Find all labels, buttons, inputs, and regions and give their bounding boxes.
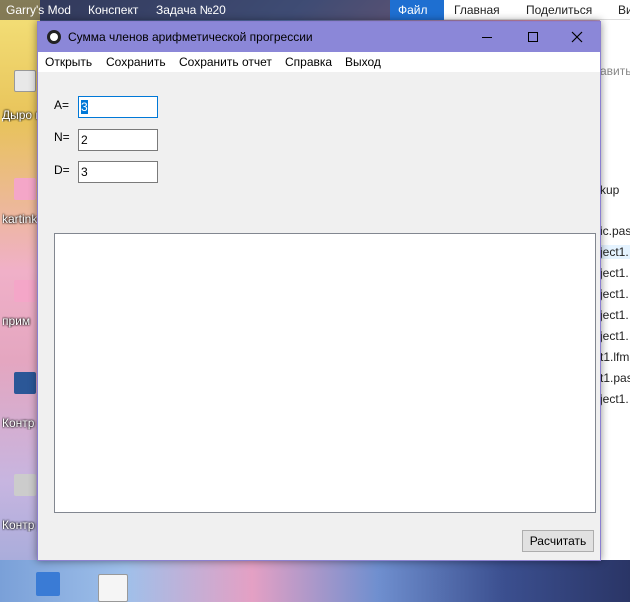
explorer-file-row[interactable]: kup (600, 183, 630, 197)
app-icon (47, 30, 61, 44)
desktop-icon-label[interactable]: Контр работ (2, 416, 40, 430)
desktop-wallpaper-bottom (0, 560, 630, 602)
menu-help[interactable]: Справка (285, 55, 332, 69)
document-icon[interactable] (14, 474, 36, 496)
menu-bar: Открыть Сохранить Сохранить отчет Справк… (38, 52, 600, 72)
explorer-file-row[interactable]: t1.lfm (600, 350, 630, 364)
calculate-button[interactable]: Расчитать (522, 530, 594, 552)
a-input[interactable]: 3 (78, 96, 158, 118)
d-input-value: 3 (81, 165, 88, 179)
maximize-icon (528, 32, 538, 42)
close-button[interactable] (554, 22, 600, 52)
result-memo[interactable] (54, 233, 596, 513)
maximize-button[interactable] (510, 22, 556, 52)
explorer-paste-label: авить (600, 64, 630, 78)
ribbon-tab-home[interactable]: Главная (446, 0, 508, 20)
taskbar-item-zadacha[interactable]: Задача №20 (156, 3, 226, 17)
field-label-n: N= (54, 130, 70, 144)
desktop-icon-label[interactable]: Контр работ (2, 518, 40, 532)
explorer-file-row[interactable]: ject1. (600, 245, 630, 259)
computer-icon[interactable] (36, 572, 60, 596)
title-bar[interactable]: Сумма членов арифметической прогрессии (38, 22, 600, 52)
explorer-status-size: 21,0 (606, 538, 630, 552)
document-icon[interactable] (98, 574, 128, 602)
menu-save[interactable]: Сохранить (106, 55, 166, 69)
n-input[interactable]: 2 (78, 129, 158, 151)
minimize-icon (482, 36, 492, 38)
desktop-icon-label[interactable]: прим (2, 314, 40, 328)
a-input-value: 3 (81, 100, 88, 114)
desktop-icon-label[interactable]: kartink (2, 212, 40, 226)
explorer-file-row[interactable]: ject1. (600, 308, 630, 322)
taskbar-item-konspekt[interactable]: Конспект (88, 3, 138, 17)
ribbon-tab-share[interactable]: Поделиться (518, 0, 600, 20)
image-icon[interactable] (14, 178, 36, 200)
explorer-file-row[interactable]: t1.pas (600, 371, 630, 385)
image-icon[interactable] (14, 280, 36, 302)
menu-exit[interactable]: Выход (345, 55, 381, 69)
ribbon-tab-view[interactable]: Ви (610, 0, 630, 20)
menu-open[interactable]: Открыть (45, 55, 92, 69)
explorer-file-row[interactable]: ject1. (600, 392, 630, 406)
explorer-ribbon: Файл Главная Поделиться Ви (390, 0, 630, 20)
window-title: Сумма членов арифметической прогрессии (68, 30, 313, 44)
app-window: Сумма членов арифметической прогрессии О… (37, 21, 601, 561)
word-document-icon[interactable] (14, 372, 36, 394)
explorer-file-row[interactable]: ject1. (600, 266, 630, 280)
field-label-a: A= (54, 98, 70, 112)
explorer-file-row[interactable]: ic.pas (600, 224, 630, 238)
explorer-file-row[interactable]: ject1. (600, 329, 630, 343)
field-label-d: D= (54, 163, 70, 177)
minimize-button[interactable] (464, 22, 510, 52)
ribbon-tab-file[interactable]: Файл (390, 0, 444, 20)
menu-save-report[interactable]: Сохранить отчет (179, 55, 272, 69)
close-icon (571, 31, 583, 43)
d-input[interactable]: 3 (78, 161, 158, 183)
desktop-icon-label[interactable]: Дыро прово (2, 108, 40, 122)
taskbar-item-garrys-mod[interactable]: Garry's Mod (6, 3, 71, 17)
document-icon[interactable] (14, 70, 36, 92)
taskbar-top: Garry's Mod Конспект Задача №20 (0, 0, 390, 20)
explorer-file-row[interactable]: ject1. (600, 287, 630, 301)
n-input-value: 2 (81, 133, 88, 147)
